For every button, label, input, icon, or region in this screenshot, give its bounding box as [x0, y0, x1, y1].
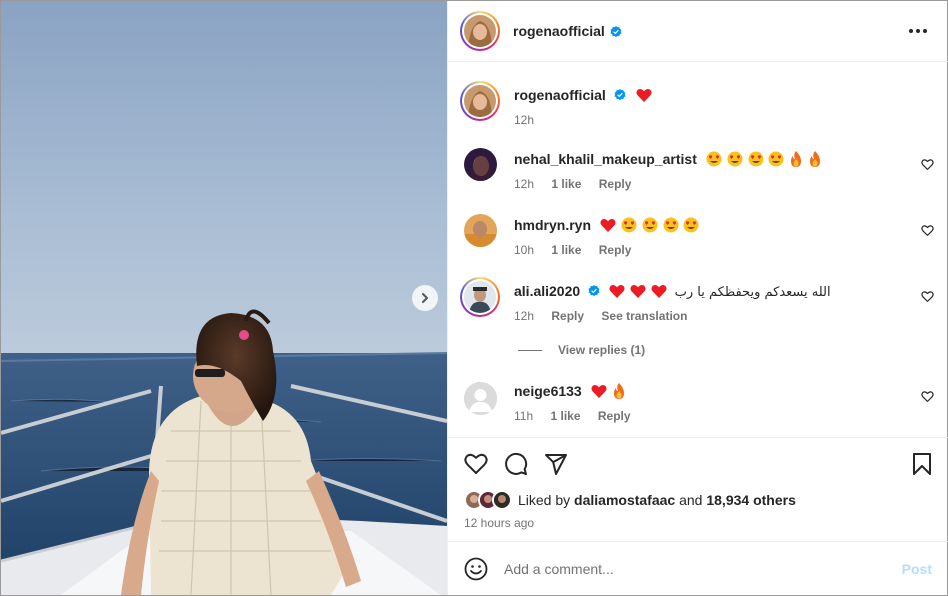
heart-eyes-emoji-icon [706, 151, 722, 167]
commenter-avatar[interactable] [464, 214, 497, 247]
heart-eyes-emoji-icon [768, 151, 784, 167]
caption-author-avatar[interactable] [460, 81, 500, 121]
red-heart-icon [591, 384, 607, 398]
post-timestamp: 12 hours ago [464, 516, 535, 530]
send-icon[interactable] [544, 452, 568, 476]
fire-emoji-icon [791, 151, 802, 167]
commenter-avatar[interactable] [460, 277, 500, 317]
comment-likes-link[interactable]: 1 like [551, 177, 581, 191]
comment-emojis [705, 151, 822, 167]
comment-username[interactable]: hmdryn.ryn [514, 217, 591, 233]
comment-username[interactable]: nehal_khalil_makeup_artist [514, 151, 697, 167]
verified-badge-icon [610, 26, 622, 38]
view-replies-button[interactable]: View replies (1) [518, 343, 645, 357]
comment-input[interactable] [504, 558, 884, 580]
comment-time: 10h [514, 243, 535, 257]
post-detail-panel: rogenaofficial rogenaofficial 12h nehal_… [447, 1, 948, 595]
author-avatar[interactable] [460, 11, 500, 51]
emoji-picker-icon[interactable] [464, 557, 488, 581]
comment-icon[interactable] [504, 452, 528, 476]
fire-emoji-icon [613, 383, 624, 399]
verified-badge-icon [588, 285, 600, 297]
like-comment-heart-icon[interactable] [921, 390, 934, 403]
default-avatar-icon [464, 382, 497, 415]
reply-button[interactable]: Reply [599, 243, 632, 257]
comment-time: 11h [514, 409, 534, 423]
view-replies-label: View replies (1) [558, 343, 646, 357]
comment-emojis [608, 283, 671, 299]
post-comment-button[interactable]: Post [902, 561, 932, 577]
heart-icon[interactable] [464, 452, 488, 476]
likes-summary: Liked by daliamostafaac and 18,934 other… [464, 490, 796, 510]
red-heart-icon [609, 284, 625, 298]
next-photo-button[interactable] [412, 285, 438, 311]
heart-eyes-emoji-icon [748, 151, 764, 167]
commenter-avatar[interactable] [464, 382, 497, 415]
caption-username[interactable]: rogenaofficial [514, 87, 606, 103]
like-comment-heart-icon[interactable] [921, 290, 934, 303]
likes-count-link[interactable]: 18,934 others [706, 492, 796, 508]
header-username[interactable]: rogenaofficial [513, 23, 605, 39]
comment-time: 12h [514, 309, 535, 323]
bookmark-icon[interactable] [910, 452, 934, 476]
post-actions: Liked by daliamostafaac and 18,934 other… [448, 437, 948, 541]
like-comment-heart-icon[interactable] [921, 224, 934, 237]
comment-emojis [599, 217, 700, 233]
comment-emojis [590, 383, 626, 399]
add-comment-bar: Post [448, 541, 948, 595]
liked-by-user-link[interactable]: daliamostafaac [574, 492, 675, 508]
red-heart-icon [636, 88, 652, 102]
heart-eyes-emoji-icon [683, 217, 699, 233]
reply-button[interactable]: Reply [551, 309, 584, 323]
chevron-right-icon [422, 293, 428, 303]
liker-avatar [492, 490, 512, 510]
heart-eyes-emoji-icon [642, 217, 658, 233]
red-heart-icon [651, 284, 667, 298]
more-options-icon[interactable] [908, 23, 928, 39]
liked-by-prefix: Liked by [518, 492, 571, 508]
red-heart-icon [600, 218, 616, 232]
post-photo[interactable] [1, 1, 447, 595]
heart-eyes-emoji-icon [621, 217, 637, 233]
comment-time: 12h [514, 177, 535, 191]
heart-eyes-emoji-icon [663, 217, 679, 233]
comment-username[interactable]: ali.ali2020 [514, 283, 580, 299]
red-heart-icon [630, 284, 646, 298]
reply-button[interactable]: Reply [599, 177, 632, 191]
heart-eyes-emoji-icon [727, 151, 743, 167]
like-comment-heart-icon[interactable] [921, 158, 934, 171]
commenter-avatar[interactable] [464, 148, 497, 181]
replies-divider [518, 349, 542, 351]
comment-text: الله يسعدكم ويحفظكم يا رب [674, 285, 831, 300]
post-header: rogenaofficial [448, 1, 948, 62]
comment-likes-link[interactable]: 1 like [551, 243, 581, 257]
caption-time: 12h [514, 113, 535, 127]
beach-boat-photo [1, 1, 447, 595]
comments-list: rogenaofficial 12h nehal_khalil_makeup_a… [448, 63, 948, 437]
liked-by-and: and [679, 492, 703, 508]
fire-emoji-icon [810, 151, 821, 167]
comment-likes-link[interactable]: 1 like [550, 409, 580, 423]
comment-username[interactable]: neige6133 [514, 383, 582, 399]
see-translation-link[interactable]: See translation [601, 309, 687, 323]
verified-badge-icon [614, 89, 626, 101]
reply-button[interactable]: Reply [598, 409, 631, 423]
